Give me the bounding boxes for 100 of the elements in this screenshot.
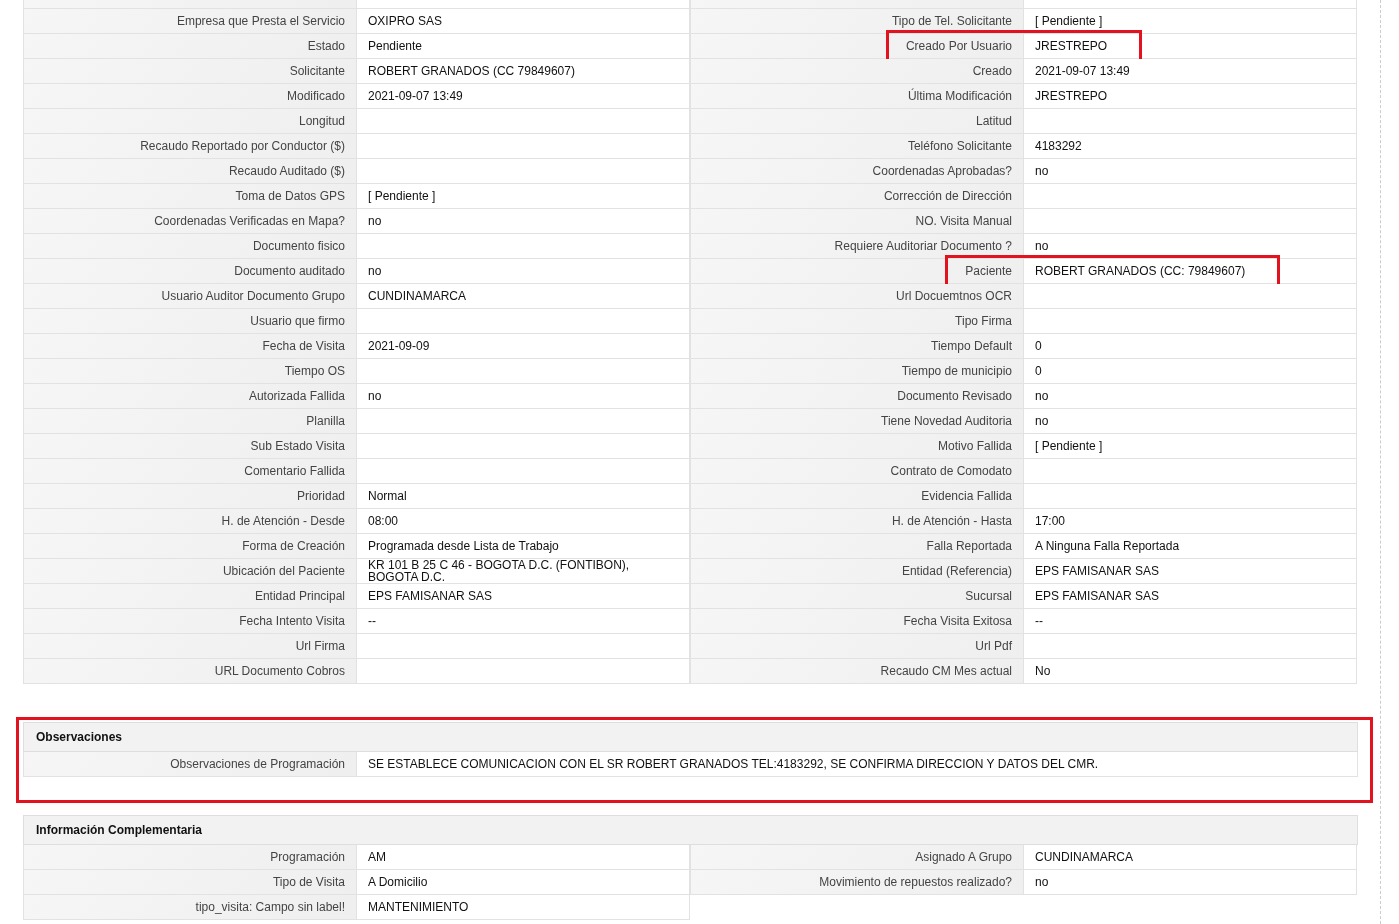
field-label: Autorizada Fallida [23,384,357,409]
field-value: Programada desde Lista de Trabajo [357,534,690,559]
field-value: [ Pendiente ] [1024,434,1357,459]
field-value: OXIPRO SAS [357,9,690,34]
field-value: no [1024,234,1357,259]
field-value: no [357,259,690,284]
field-label: Observaciones de Programación [23,752,357,777]
field-label: Fecha Intento Visita [23,609,357,634]
field-label: Coordenadas Verificadas en Mapa? [23,209,357,234]
field-label: Tipo de Tel. Solicitante [690,9,1024,34]
field-label: Recaudo Auditado ($) [23,159,357,184]
field-label: Coordenadas Aprobadas? [690,159,1024,184]
field-label: Fecha Visita Exitosa [690,609,1024,634]
field-value: -- [357,609,690,634]
field-label: Entidad (Referencia) [690,559,1024,584]
field-label: Creado Por Usuario [690,34,1024,59]
field-value: no [1024,870,1357,895]
field-value: Normal [357,484,690,509]
field-value: ROBERT GRANADOS (CC 79849607) [357,59,690,84]
field-label: Teléfono Solicitante [690,134,1024,159]
field-value: 17:00 [1024,509,1357,534]
field-label: Planilla [23,409,357,434]
field-label: Falla Reportada [690,534,1024,559]
field-value: 2021-09-07 13:49 [1024,59,1357,84]
field-label: Prioridad [23,484,357,509]
field-value: no [357,209,690,234]
field-label: Tiene Novedad Auditoria [690,409,1024,434]
field-label: Toma de Datos GPS [23,184,357,209]
field-label: Tiempo Default [690,334,1024,359]
field-label: Contrato de Comodato [690,459,1024,484]
field-label: Documento auditado [23,259,357,284]
field-label: Sub Estado Visita [23,434,357,459]
field-label: Empresa que Presta el Servicio [23,9,357,34]
field-value: no [1024,409,1357,434]
field-value: Pendiente [357,34,690,59]
field-label: Entidad Principal [23,584,357,609]
field-label: H. de Atención - Desde [23,509,357,534]
field-value: 4183292 [1024,134,1357,159]
field-label: Forma de Creación [23,534,357,559]
field-value: 0 [1024,334,1357,359]
field-label: Usuario que firmo [23,309,357,334]
field-label: Última Modificación [690,84,1024,109]
field-label: Recaudo Reportado por Conductor ($) [23,134,357,159]
field-value: 2021-09-07 13:49 [357,84,690,109]
field-label: H. de Atención - Hasta [690,509,1024,534]
field-label: Paciente [690,259,1024,284]
field-label: Longitud [23,109,357,134]
field-value: JRESTREPO [1024,34,1357,59]
field-label: Comentario Fallida [23,459,357,484]
field-label: Url Docuemtnos OCR [690,284,1024,309]
field-value: no [357,384,690,409]
field-label: Tiempo OS [23,359,357,384]
field-value: SE ESTABLECE COMUNICACION CON EL SR ROBERT GRANADOS TEL:4183292, SE CONFIRMA DIRECCION Y DATOS DEL CMR. [357,752,1358,777]
section-header: Observaciones [23,722,1358,752]
field-value: CUNDINAMARCA [1024,845,1357,870]
field-label: Solicitante [23,59,357,84]
field-label: NO. Visita Manual [690,209,1024,234]
field-label: Latitud [690,109,1024,134]
field-label: Url Firma [23,634,357,659]
field-label: tipo_visita: Campo sin label! [23,895,357,920]
field-label: Fecha de Visita [23,334,357,359]
field-value: [ Pendiente ] [357,184,690,209]
field-label: Modificado [23,84,357,109]
field-label: Estado [23,34,357,59]
field-value: -- [1024,609,1357,634]
field-value: MANTENIMIENTO [357,895,690,920]
field-label: Asignado A Grupo [690,845,1024,870]
field-value: [ Pendiente ] [1024,9,1357,34]
field-value: A Ninguna Falla Reportada [1024,534,1357,559]
field-value: A Domicilio [357,870,690,895]
field-value: AM [357,845,690,870]
field-value: 08:00 [357,509,690,534]
field-label: Url Pdf [690,634,1024,659]
field-label: Motivo Fallida [690,434,1024,459]
field-value: CUNDINAMARCA [357,284,690,309]
field-label: Documento fisico [23,234,357,259]
field-label: Tiempo de municipio [690,359,1024,384]
field-value: No [1024,659,1357,684]
field-label: Ubicación del Paciente [23,559,357,584]
field-label: URL Documento Cobros [23,659,357,684]
field-value: KR 101 B 25 C 46 - BOGOTA D.C. (FONTIBON), BOGOTA D.C. [357,559,690,584]
field-value: JRESTREPO [1024,84,1357,109]
field-label: Movimiento de repuestos realizado? [690,870,1024,895]
field-label: Requiere Auditoriar Documento ? [690,234,1024,259]
field-value: no [1024,159,1357,184]
field-label: Tipo de Visita [23,870,357,895]
field-label: Creado [690,59,1024,84]
field-label: Evidencia Fallida [690,484,1024,509]
field-label: Sucursal [690,584,1024,609]
field-label: Usuario Auditor Documento Grupo [23,284,357,309]
field-value: 0 [1024,359,1357,384]
field-value: ROBERT GRANADOS (CC: 79849607) [1024,259,1357,284]
field-label: Recaudo CM Mes actual [690,659,1024,684]
field-label: Programación [23,845,357,870]
field-label: Tipo Firma [690,309,1024,334]
field-value: EPS FAMISANAR SAS [1024,559,1357,584]
field-value: EPS FAMISANAR SAS [357,584,690,609]
field-value: EPS FAMISANAR SAS [1024,584,1357,609]
field-label: Documento Revisado [690,384,1024,409]
field-label: Corrección de Dirección [690,184,1024,209]
